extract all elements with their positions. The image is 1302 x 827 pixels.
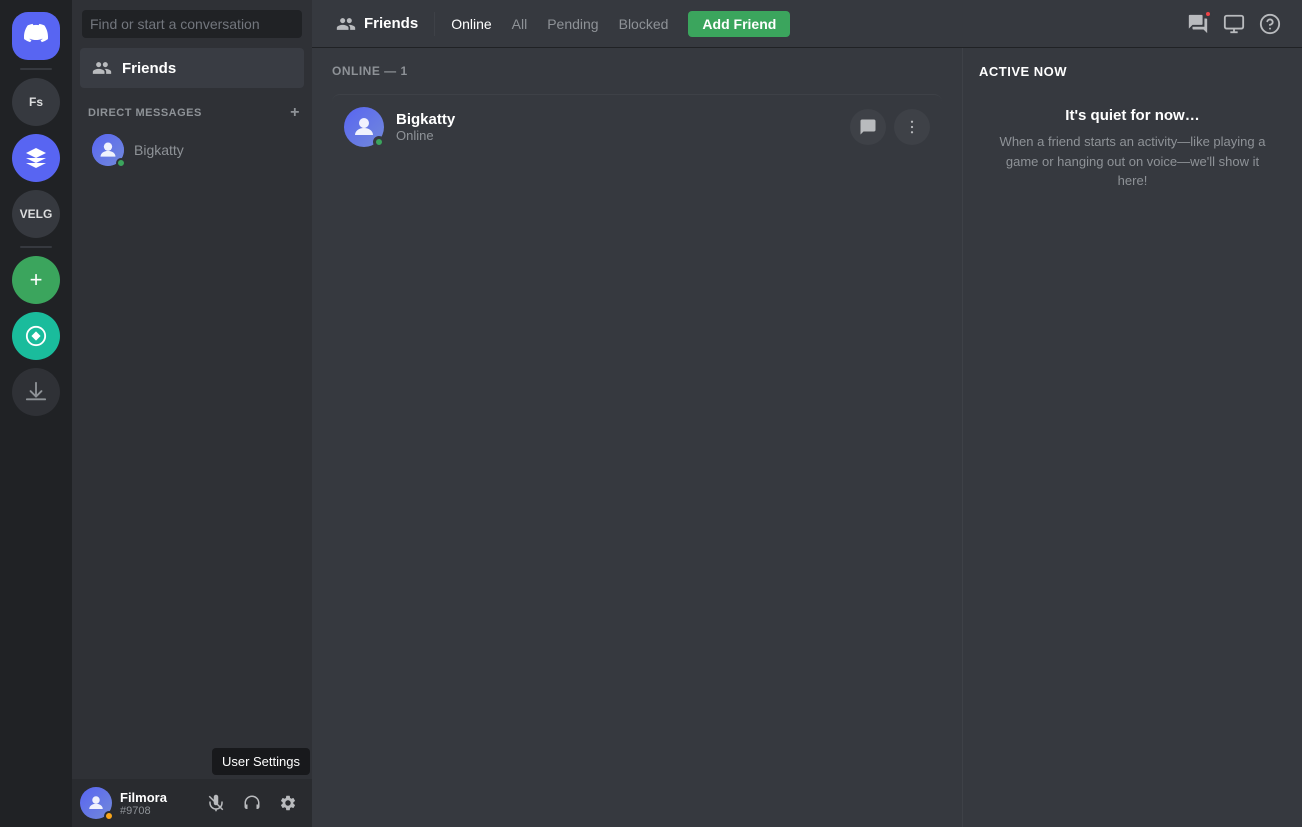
- tab-all[interactable]: All: [504, 12, 536, 36]
- username: Filmora: [120, 790, 192, 805]
- avatar-icon: [98, 140, 118, 160]
- server-icon-nitro[interactable]: [12, 134, 60, 182]
- quiet-card: It's quiet for now… When a friend starts…: [979, 95, 1286, 203]
- server-label-velg: VELG: [20, 207, 53, 221]
- user-controls: [200, 787, 304, 819]
- tab-all-label: All: [512, 16, 528, 32]
- download-icon: [25, 381, 47, 403]
- server-icon-fs[interactable]: Fs: [12, 78, 60, 126]
- nav-divider: [434, 12, 435, 36]
- dm-name-bigkatty: Bigkatty: [134, 142, 184, 158]
- friend-status-dot-online: [373, 136, 385, 148]
- dm-avatar-bigkatty: [92, 134, 124, 166]
- dm-item-bigkatty[interactable]: Bigkatty: [80, 126, 304, 174]
- server-icon-explore[interactable]: [12, 312, 60, 360]
- tab-online[interactable]: Online: [443, 12, 499, 36]
- nitro-icon: [24, 146, 48, 170]
- server-icon-home[interactable]: [12, 12, 60, 60]
- user-settings-button[interactable]: [272, 787, 304, 819]
- friend-row-bigkatty[interactable]: Bigkatty Online: [332, 94, 942, 159]
- user-avatar-icon: [87, 794, 105, 812]
- microphone-icon: [207, 794, 225, 812]
- tab-pending-label: Pending: [547, 16, 598, 32]
- tab-blocked[interactable]: Blocked: [611, 12, 677, 36]
- friends-label: Friends: [122, 60, 176, 77]
- quiet-description: When a friend starts an activity—like pl…: [991, 132, 1274, 191]
- user-info: Filmora #9708: [120, 790, 192, 817]
- add-friend-button[interactable]: Add Friend: [688, 11, 790, 37]
- inbox-button[interactable]: [1218, 8, 1250, 40]
- friends-nav-button[interactable]: Friends: [80, 48, 304, 88]
- server-icon-add[interactable]: +: [12, 256, 60, 304]
- settings-gear-icon: [279, 794, 297, 812]
- friend-avatar-icon: [352, 115, 376, 139]
- server-label-fs: Fs: [29, 95, 43, 109]
- tab-blocked-label: Blocked: [619, 16, 669, 32]
- friends-nav-label: Friends: [364, 15, 418, 32]
- headset-icon: [243, 794, 261, 812]
- dm-section-header: DIRECT MESSAGES +: [72, 96, 312, 126]
- friends-area: ONLINE — 1 Bigkatty Online: [312, 48, 1302, 827]
- help-icon: [1259, 13, 1281, 35]
- message-icon: [859, 118, 877, 136]
- friend-actions-bigkatty: [850, 109, 930, 145]
- friend-avatar-bigkatty: [344, 107, 384, 147]
- friend-info-bigkatty: Bigkatty Online: [396, 111, 850, 143]
- add-friend-label: Add Friend: [702, 16, 776, 32]
- add-server-icon: +: [30, 267, 43, 293]
- help-button[interactable]: [1254, 8, 1286, 40]
- quiet-title: It's quiet for now…: [991, 107, 1274, 124]
- send-message-button[interactable]: [850, 109, 886, 145]
- active-now-title: ACTIVE NOW: [979, 64, 1286, 79]
- user-avatar: [80, 787, 112, 819]
- friend-status-bigkatty: Online: [396, 128, 850, 143]
- notification-badge: [1204, 10, 1212, 18]
- explore-icon: [25, 325, 47, 347]
- online-count-header: ONLINE — 1: [332, 64, 942, 78]
- direct-messages-label: DIRECT MESSAGES: [88, 107, 202, 119]
- new-group-dm-button[interactable]: [1182, 8, 1214, 40]
- dm-list: Bigkatty: [72, 126, 312, 779]
- friends-sidebar-icon: [92, 58, 112, 78]
- server-icon-download[interactable]: [12, 368, 60, 416]
- friend-name-bigkatty: Bigkatty: [396, 111, 850, 128]
- server-separator: [20, 68, 52, 70]
- search-input[interactable]: [82, 10, 302, 38]
- more-options-button[interactable]: [894, 109, 930, 145]
- server-icon-velg[interactable]: VELG: [12, 190, 60, 238]
- user-discriminator: #9708: [120, 805, 192, 817]
- discord-logo-icon: [24, 21, 48, 51]
- tab-online-label: Online: [451, 16, 491, 32]
- dm-sidebar: Friends DIRECT MESSAGES + Bigkatty: [72, 0, 312, 827]
- more-options-icon: [903, 118, 921, 136]
- top-nav: Friends Online All Pending Blocked Add F…: [312, 0, 1302, 48]
- server-separator-2: [20, 246, 52, 248]
- add-dm-button[interactable]: +: [290, 104, 300, 122]
- status-dot-online: [116, 158, 126, 168]
- friends-tab-button[interactable]: Friends: [328, 10, 426, 38]
- monitor-icon: [1223, 13, 1245, 35]
- user-settings-tooltip: User Settings: [212, 748, 310, 775]
- friends-nav-icon: [336, 14, 356, 34]
- mute-button[interactable]: [200, 787, 232, 819]
- active-now-panel: ACTIVE NOW It's quiet for now… When a fr…: [962, 48, 1302, 827]
- deafen-button[interactable]: [236, 787, 268, 819]
- dm-search-area: [72, 0, 312, 48]
- user-status-dot: [104, 811, 114, 821]
- user-area: Filmora #9708: [72, 779, 312, 827]
- tab-pending[interactable]: Pending: [539, 12, 606, 36]
- server-sidebar: Fs VELG +: [0, 0, 72, 827]
- friends-list: ONLINE — 1 Bigkatty Online: [312, 48, 962, 827]
- main-content: Friends Online All Pending Blocked Add F…: [312, 0, 1302, 827]
